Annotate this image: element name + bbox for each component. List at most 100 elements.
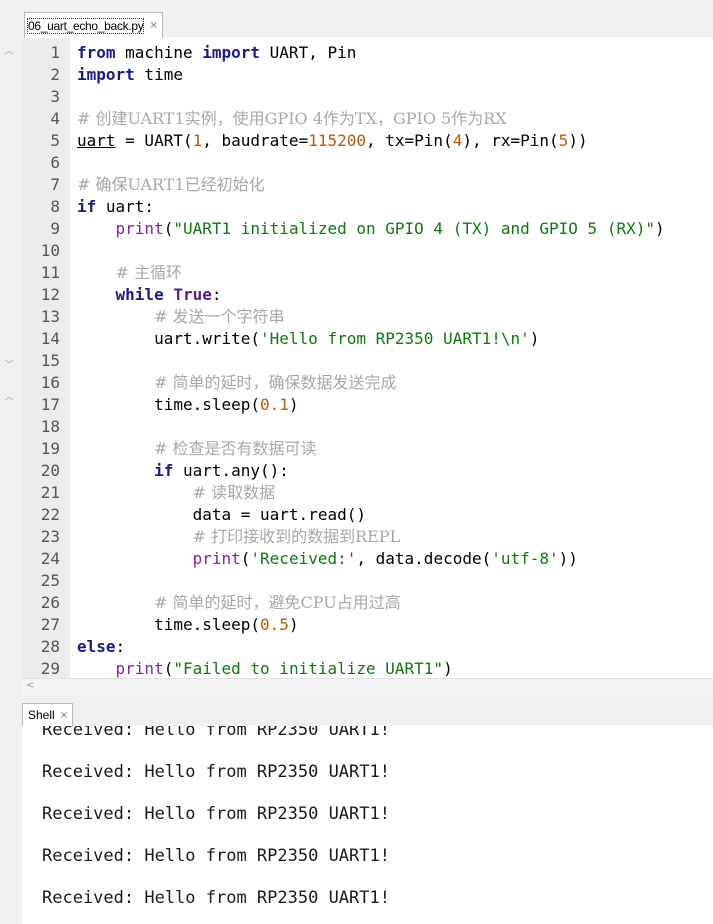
chevron-left-icon[interactable]: <	[26, 680, 34, 691]
code-text[interactable]: # 打印接收到的数据到REPL	[77, 526, 401, 548]
code-text[interactable]: # 检查是否有数据可读	[77, 438, 317, 460]
code-text[interactable]: from machine import UART, Pin	[77, 42, 356, 64]
code-line[interactable]: 15	[22, 350, 713, 372]
code-line[interactable]: 26 # 简单的延时，避免CPU占用过高	[22, 592, 713, 614]
code-line[interactable]: 9 print("UART1 initialized on GPIO 4 (TX…	[22, 218, 713, 240]
line-number: 23	[40, 527, 60, 546]
code-line[interactable]: 13 # 发送一个字符串	[22, 306, 713, 328]
code-line[interactable]: 25	[22, 570, 713, 592]
line-number: 21	[40, 483, 60, 502]
code-line[interactable]: 14 uart.write('Hello from RP2350 UART1!\…	[22, 328, 713, 350]
close-icon[interactable]: ×	[60, 710, 68, 721]
code-text[interactable]: # 简单的延时，确保数据发送完成	[77, 372, 397, 394]
line-number: 29	[40, 659, 60, 678]
tab-label: Shell	[28, 708, 55, 722]
code-text[interactable]: # 发送一个字符串	[77, 306, 285, 328]
tab-06-uart-echo-back[interactable]: 06_uart_echo_back.py ×	[24, 12, 163, 38]
code-text[interactable]: uart.write('Hello from RP2350 UART1!\n')	[77, 328, 539, 350]
code-text[interactable]: if uart:	[77, 196, 154, 218]
chevron-up-icon[interactable]: ︿	[4, 42, 14, 57]
line-number: 28	[40, 637, 60, 656]
code-line[interactable]: 1 from machine import UART, Pin	[22, 42, 713, 64]
close-icon[interactable]: ×	[149, 20, 157, 31]
code-line[interactable]: 23 # 打印接收到的数据到REPL	[22, 526, 713, 548]
line-number: 10	[40, 241, 60, 260]
line-number: 1	[50, 43, 60, 62]
code-text[interactable]: print("Failed to initialize UART1")	[77, 658, 453, 678]
horizontal-scrollbar[interactable]: <	[22, 678, 713, 695]
line-number: 19	[40, 439, 60, 458]
line-number: 9	[50, 219, 60, 238]
code-line[interactable]: 16 # 简单的延时，确保数据发送完成	[22, 372, 713, 394]
code-line[interactable]: 27 time.sleep(0.5)	[22, 614, 713, 636]
shell-output-line: Received: Hello from RP2350 UART1!	[42, 726, 390, 740]
code-line[interactable]: 17 time.sleep(0.1)	[22, 394, 713, 416]
code-text[interactable]: print("UART1 initialized on GPIO 4 (TX) …	[77, 218, 665, 240]
line-number: 15	[40, 351, 60, 370]
shell-output-line: Received: Hello from RP2350 UART1!	[42, 888, 390, 908]
code-text[interactable]: # 创建UART1实例，使用GPIO 4作为TX，GPIO 5作为RX	[77, 108, 507, 130]
line-number: 2	[50, 65, 60, 84]
code-text[interactable]: print('Received:', data.decode('utf-8'))	[77, 548, 578, 570]
left-collapse-strip: ︿ ﹀ ︿	[0, 38, 22, 698]
code-text[interactable]: data = uart.read()	[77, 504, 366, 526]
code-text[interactable]: # 主循环	[77, 262, 183, 284]
code-text[interactable]: while True:	[77, 284, 222, 306]
line-number: 12	[40, 285, 60, 304]
code-line[interactable]: 18	[22, 416, 713, 438]
line-number: 11	[40, 263, 60, 282]
line-number: 22	[40, 505, 60, 524]
chevron-up-icon[interactable]: ︿	[4, 388, 14, 403]
shell-output-line: Received: Hello from RP2350 UART1!	[42, 762, 390, 782]
code-line[interactable]: 28 else:	[22, 636, 713, 658]
line-number: 3	[50, 87, 60, 106]
code-line[interactable]: 21 # 读取数据	[22, 482, 713, 504]
code-line[interactable]: 22 data = uart.read()	[22, 504, 713, 526]
tab-shell[interactable]: Shell ×	[22, 703, 74, 726]
shell-tab-bar: Shell ×	[0, 696, 713, 726]
code-text[interactable]: uart = UART(1, baudrate=115200, tx=Pin(4…	[77, 130, 588, 152]
code-line[interactable]: 5 uart = UART(1, baudrate=115200, tx=Pin(…	[22, 130, 713, 152]
line-number: 4	[50, 109, 60, 128]
line-number: 24	[40, 549, 60, 568]
line-number: 6	[50, 153, 60, 172]
code-line[interactable]: 4 # 创建UART1实例，使用GPIO 4作为TX，GPIO 5作为RX	[22, 108, 713, 130]
code-text[interactable]: time.sleep(0.5)	[77, 614, 299, 636]
editor-tab-bar: 06_uart_echo_back.py ×	[0, 0, 713, 38]
line-number: 17	[40, 395, 60, 414]
code-line[interactable]: 24 print('Received:', data.decode('utf-8…	[22, 548, 713, 570]
code-line[interactable]: 12 while True:	[22, 284, 713, 306]
code-line[interactable]: 19 # 检查是否有数据可读	[22, 438, 713, 460]
line-number: 20	[40, 461, 60, 480]
code-text[interactable]: # 确保UART1已经初始化	[77, 174, 265, 196]
code-text[interactable]: import time	[77, 64, 183, 86]
line-number: 14	[40, 329, 60, 348]
tab-label: 06_uart_echo_back.py	[26, 17, 145, 34]
code-text[interactable]: if uart.any():	[77, 460, 289, 482]
line-number: 13	[40, 307, 60, 326]
line-number: 18	[40, 417, 60, 436]
code-text[interactable]: # 简单的延时，避免CPU占用过高	[77, 592, 401, 614]
code-line[interactable]: 11 # 主循环	[22, 262, 713, 284]
code-editor[interactable]: 1 from machine import UART, Pin 2 import ti…	[22, 38, 713, 678]
line-number: 16	[40, 373, 60, 392]
code-text[interactable]: # 读取数据	[77, 482, 276, 504]
code-line[interactable]: 29 print("Failed to initialize UART1")	[22, 658, 713, 678]
line-number: 27	[40, 615, 60, 634]
code-line[interactable]: 3	[22, 86, 713, 108]
code-text[interactable]: time.sleep(0.1)	[77, 394, 299, 416]
line-number: 5	[50, 131, 60, 150]
shell-output-line: Received: Hello from RP2350 UART1!	[42, 804, 390, 824]
code-line[interactable]: 8 if uart:	[22, 196, 713, 218]
shell-console[interactable]: Received: Hello from RP2350 UART1! Receiv…	[22, 726, 713, 924]
code-line[interactable]: 7 # 确保UART1已经初始化	[22, 174, 713, 196]
line-number: 7	[50, 175, 60, 194]
code-line[interactable]: 20 if uart.any():	[22, 460, 713, 482]
chevron-down-icon[interactable]: ﹀	[4, 356, 14, 371]
code-line[interactable]: 10	[22, 240, 713, 262]
line-number: 26	[40, 593, 60, 612]
code-text[interactable]: else:	[77, 636, 125, 658]
line-number: 25	[40, 571, 60, 590]
code-line[interactable]: 6	[22, 152, 713, 174]
code-line[interactable]: 2 import time	[22, 64, 713, 86]
